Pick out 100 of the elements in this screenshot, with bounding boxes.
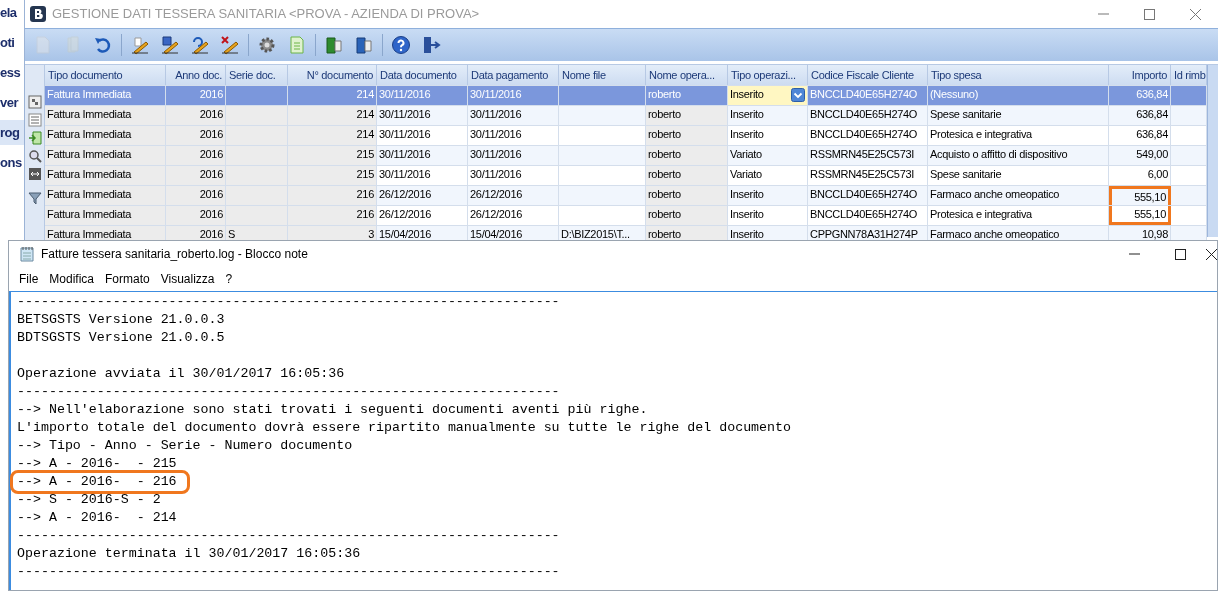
table-cell: Variato xyxy=(728,146,808,165)
table-cell: 216 xyxy=(288,206,377,225)
log-line: --> Nell'elaborazione sono stati trovati i seguenti documenti aventi più righe. xyxy=(17,401,648,419)
table-cell: 2016 xyxy=(166,146,226,165)
table-cell: Inserito xyxy=(728,86,808,105)
menu-item[interactable]: ons xyxy=(0,150,24,175)
book-icon[interactable] xyxy=(324,35,344,55)
table-cell: 26/12/2016 xyxy=(468,206,559,225)
log-line: --> S - 2016-S - 2 xyxy=(17,491,161,509)
save-edit-icon[interactable] xyxy=(160,35,180,55)
table-cell: roberto xyxy=(646,146,728,165)
table-cell: 2016 xyxy=(166,86,226,105)
table-cell: Fattura Immediata xyxy=(45,206,166,225)
table-cell: 2016 xyxy=(166,126,226,145)
table-cell: Spese sanitarie xyxy=(928,166,1109,185)
table-cell: Spese sanitarie xyxy=(928,106,1109,125)
table-cell: 30/11/2016 xyxy=(468,146,559,165)
expand-icon[interactable] xyxy=(27,95,42,109)
delete-edit-icon[interactable] xyxy=(220,35,240,55)
menu-item[interactable]: ? xyxy=(220,270,238,288)
undo-edit-icon[interactable] xyxy=(190,35,210,55)
table-cell: Variato xyxy=(728,166,808,185)
table-cell: roberto xyxy=(646,186,728,205)
table-cell: (Nessuno) xyxy=(928,86,1109,105)
maximize-icon xyxy=(1174,248,1186,260)
log-line: --> Tipo - Anno - Serie - Numero documento xyxy=(17,437,353,455)
gear-icon[interactable] xyxy=(257,35,277,55)
table-cell: 30/11/2016 xyxy=(468,86,559,105)
app-logo-icon xyxy=(30,6,46,22)
table-cell: roberto xyxy=(646,206,728,225)
table-cell: 30/11/2016 xyxy=(377,126,468,145)
log-line: --> A - 2016- - 214 xyxy=(17,509,177,527)
table-cell: RSSMRN45E25C573I xyxy=(808,146,928,165)
table-cell: BNCCLD40E65H274O xyxy=(808,86,928,105)
table-cell: 2016 xyxy=(166,166,226,185)
maximize-icon xyxy=(1143,8,1155,20)
table-cell: 26/12/2016 xyxy=(377,206,468,225)
menu-item[interactable]: oti xyxy=(0,30,24,55)
table-cell: roberto xyxy=(646,166,728,185)
table-cell: 636,84 xyxy=(1109,106,1171,125)
edit-icon[interactable] xyxy=(130,35,150,55)
exit-door-icon[interactable] xyxy=(421,35,441,55)
log-line: Operazione avviata il 30/01/2017 16:05:36 xyxy=(17,365,345,383)
menu-item[interactable]: ver xyxy=(0,90,24,115)
table-cell: RSSMRN45E25C573I xyxy=(808,166,928,185)
text-area[interactable] xyxy=(9,291,1217,590)
close-icon xyxy=(1189,8,1201,20)
log-line: --> A - 2016- - 216 xyxy=(13,473,187,491)
table-cell: 555,10 xyxy=(1109,206,1171,225)
table-cell: BNCCLD40E65H274O xyxy=(808,206,928,225)
table-cell: Fattura Immediata xyxy=(45,106,166,125)
log-line: L'importo totale del documento dovrà essere ripartito manualmente su tutte le righe del documento xyxy=(17,419,791,437)
table-cell: 26/12/2016 xyxy=(377,186,468,205)
window-title: Fatture tessera sanitaria_roberto.log - Blocco note xyxy=(41,246,308,263)
table-cell: BNCCLD40E65H274O xyxy=(808,126,928,145)
table-cell: BNCCLD40E65H274O xyxy=(808,186,928,205)
dropdown-icon[interactable] xyxy=(791,88,805,102)
help-icon[interactable] xyxy=(391,35,411,55)
table-cell: 549,00 xyxy=(1109,146,1171,165)
menu-item[interactable]: rog xyxy=(0,120,24,145)
notepad-icon xyxy=(19,246,35,262)
log-line: -------------------------------------------------------------------- xyxy=(17,383,560,401)
resize-icon[interactable] xyxy=(27,167,42,181)
table-cell: Farmaco anche omeopatico xyxy=(928,186,1109,205)
table-cell: 2016 xyxy=(166,186,226,205)
table-cell: Inserito xyxy=(728,186,808,205)
close-icon xyxy=(1206,248,1217,260)
table-cell: 26/12/2016 xyxy=(468,186,559,205)
filter-icon[interactable] xyxy=(27,191,42,205)
menu-item[interactable]: Visualizza xyxy=(155,270,220,288)
menu-item[interactable]: Modifica xyxy=(44,270,100,288)
table-cell: 636,84 xyxy=(1109,86,1171,105)
table-cell: 2016 xyxy=(166,106,226,125)
table-cell: Fattura Immediata xyxy=(45,126,166,145)
log-line: -------------------------------------------------------------------- xyxy=(17,563,560,581)
window-title: GESTIONE DATI TESSERA SANITARIA <PROVA - AZIENDA DI PROVA> xyxy=(52,5,480,24)
table-cell: BNCCLD40E65H274O xyxy=(808,106,928,125)
table-cell: Fattura Immediata xyxy=(45,146,166,165)
search-icon[interactable] xyxy=(27,149,42,163)
table-cell: 215 xyxy=(288,166,377,185)
enter-icon[interactable] xyxy=(27,131,42,145)
undo-icon[interactable] xyxy=(93,35,113,55)
log-line: Operazione terminata il 30/01/2017 16:05:36 xyxy=(17,545,361,563)
table-cell: 214 xyxy=(288,106,377,125)
table-cell: Inserito xyxy=(728,106,808,125)
table-cell: roberto xyxy=(646,106,728,125)
table-cell: Fattura Immediata xyxy=(45,166,166,185)
book-icon[interactable] xyxy=(354,35,374,55)
menu-item[interactable]: Formato xyxy=(100,270,155,288)
table-cell: 30/11/2016 xyxy=(468,126,559,145)
menu-item[interactable]: File xyxy=(14,270,44,288)
menu-item[interactable]: ela xyxy=(0,0,24,25)
minimize-icon xyxy=(1097,13,1109,15)
table-cell: Protesica e integrativa xyxy=(928,206,1109,225)
table-cell: 30/11/2016 xyxy=(377,86,468,105)
menu-item[interactable]: ess xyxy=(0,60,24,85)
table-cell: 215 xyxy=(288,146,377,165)
log-line: BDTSGSTS Versione 21.0.0.5 xyxy=(17,329,225,347)
table-cell: 214 xyxy=(288,126,377,145)
table-cell: 30/11/2016 xyxy=(377,106,468,125)
